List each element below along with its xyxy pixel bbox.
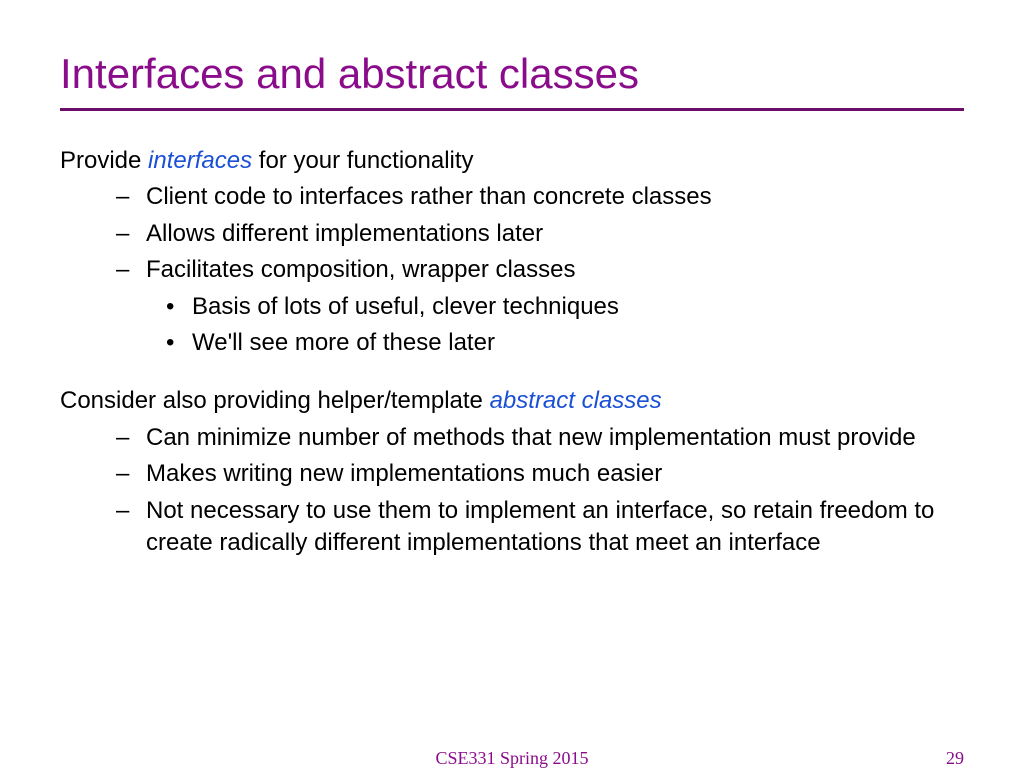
title-divider [60, 108, 964, 111]
intro-2-pre: Consider also providing helper/template [60, 387, 490, 414]
intro-1-pre: Provide [60, 147, 148, 174]
footer-course: CSE331 Spring 2015 [0, 748, 1024, 769]
intro-1-post: for your functionality [252, 147, 473, 174]
list-2: Can minimize number of methods that new … [60, 422, 964, 560]
footer-page-number: 29 [946, 748, 964, 769]
slide-title: Interfaces and abstract classes [60, 50, 964, 98]
list-item-text: Facilitates composition, wrapper classes [146, 256, 576, 283]
list-item: Client code to interfaces rather than co… [146, 181, 964, 213]
intro-2: Consider also providing helper/template … [60, 385, 964, 417]
list-item: Allows different implementations later [146, 218, 964, 250]
list-item: Facilitates composition, wrapper classes… [146, 254, 964, 359]
intro-1: Provide interfaces for your functionalit… [60, 145, 964, 177]
slide-body: Provide interfaces for your functionalit… [60, 145, 964, 559]
list-item: Not necessary to use them to implement a… [146, 495, 964, 560]
intro-1-em: interfaces [148, 147, 252, 174]
list-1: Client code to interfaces rather than co… [60, 181, 964, 359]
list-item: Can minimize number of methods that new … [146, 422, 964, 454]
list-item: We'll see more of these later [192, 327, 944, 359]
sublist-1: Basis of lots of useful, clever techniqu… [146, 291, 944, 360]
slide: Interfaces and abstract classes Provide … [0, 0, 1024, 768]
intro-2-em: abstract classes [490, 387, 662, 414]
list-item: Basis of lots of useful, clever techniqu… [192, 291, 944, 323]
list-item: Makes writing new implementations much e… [146, 458, 964, 490]
